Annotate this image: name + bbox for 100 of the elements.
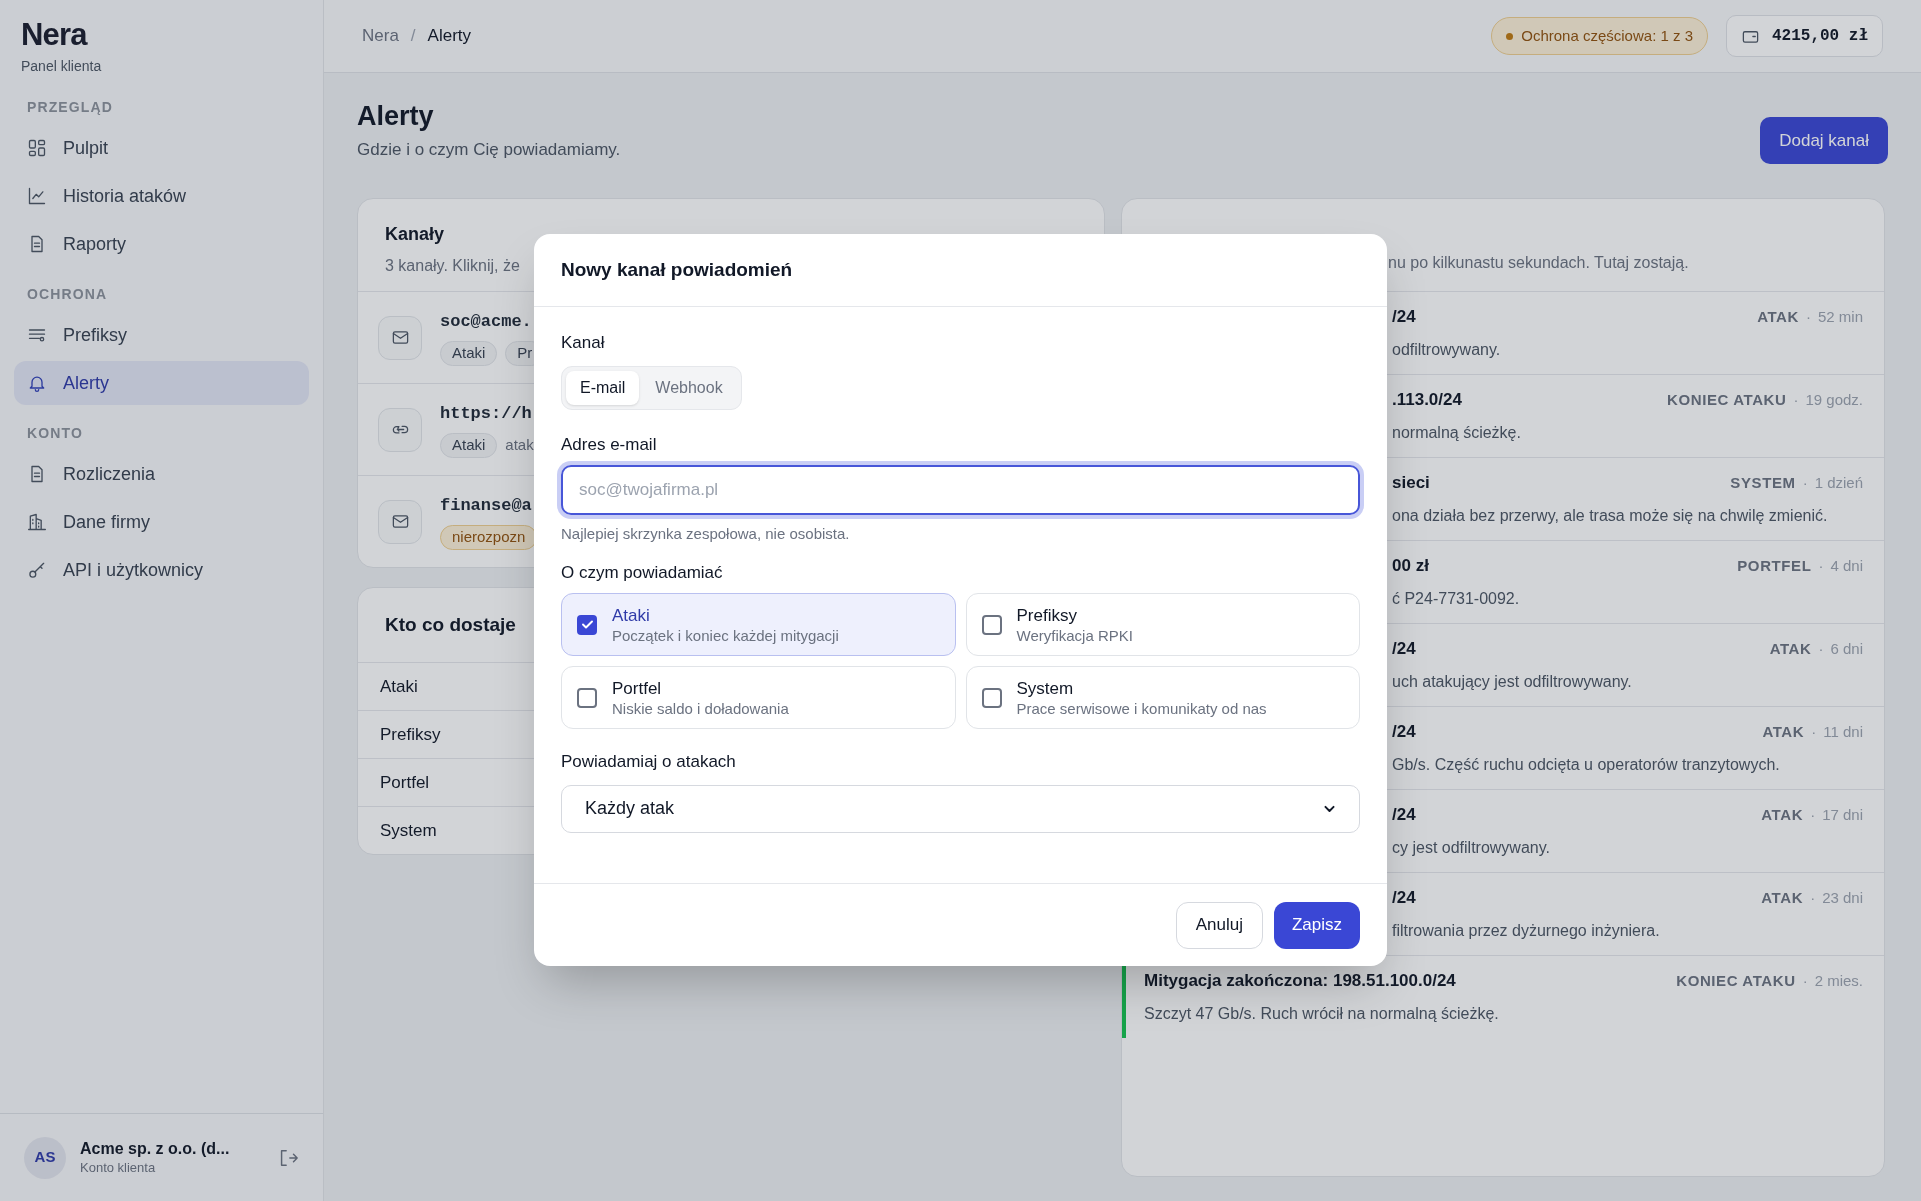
separator-dot: · <box>1805 306 1811 327</box>
message-body: cy jest odfiltrowywany. <box>1392 837 1550 858</box>
section-heading: PRZEGLĄD <box>26 98 114 117</box>
message-title: 00 zł <box>1392 555 1429 578</box>
section-heading: OCHRONA <box>26 285 109 304</box>
modal-title: Nowy kanał powiadomień <box>561 257 793 282</box>
message-type: ATAK <box>1762 721 1805 742</box>
option-description: Weryfikacja RPKI <box>1016 625 1133 645</box>
panel-title: Kto co dostaje <box>385 612 516 637</box>
topic-option[interactable]: Prefiksy Weryfikacja RPKI <box>965 593 1360 656</box>
checkbox[interactable] <box>981 614 1002 635</box>
grid-icon <box>27 138 47 158</box>
message-body: Gb/s. Część ruchu odcięta u operatorów tranzytowych. <box>1392 754 1780 775</box>
separator-dot: · <box>1810 887 1816 908</box>
option-title: Prefiksy <box>1016 604 1077 626</box>
message-body: Szczyt 47 Gb/s. Ruch wrócił na normalną ścieżkę. <box>1144 1003 1499 1024</box>
table-cell-text: Prefiksy <box>380 723 441 746</box>
panel-title: Kanały <box>385 223 445 246</box>
account-role: Konto klienta <box>80 1158 156 1177</box>
message-title: Mitygacja zakończona: 198.51.100.0/24 <box>1144 970 1456 993</box>
message-title: /24 <box>1392 306 1416 329</box>
breadcrumb-current: Alerty <box>427 25 472 48</box>
page-subtitle: Gdzie i o czym Cię powiadamiamy. <box>357 139 621 161</box>
add-channel-button[interactable]: Dodaj kanał <box>1760 117 1888 164</box>
message-body: ć P24-7731-0092. <box>1392 588 1520 609</box>
sidebar-item[interactable]: Rozliczenia <box>14 452 309 496</box>
channel-note: atak <box>505 435 534 455</box>
message-type: SYSTEM <box>1730 472 1796 493</box>
table-cell-text: Portfel <box>380 771 430 794</box>
message-body: ona działa bez przerwy, ale trasa może się na chwilę zmienić. <box>1392 505 1828 526</box>
cancel-button[interactable]: Anuluj <box>1175 901 1263 949</box>
field-label: Kanał <box>561 332 605 354</box>
sidebar-item[interactable]: Pulpit <box>14 126 309 170</box>
panel-description: nu po kilkunastu sekundach. Tutaj zostają. <box>1388 254 1689 271</box>
separator-dot: · <box>1811 721 1817 742</box>
sidebar-item[interactable]: Historia ataków <box>14 174 309 218</box>
separator-dot: · <box>1810 804 1816 825</box>
field-hint: Najlepiej skrzynka zespołowa, nie osobista. <box>561 524 850 544</box>
message-body: odfiltrowywany. <box>1392 339 1501 360</box>
save-button[interactable]: Zapisz <box>1273 901 1360 949</box>
breadcrumb-link[interactable]: Nera <box>362 23 399 49</box>
logo: Nera <box>20 16 89 54</box>
field-label: Powiadamiaj o atakach <box>561 751 736 773</box>
breadcrumb-separator: / <box>410 25 416 48</box>
option-title: System <box>1016 677 1074 699</box>
channel-type-tab[interactable]: E-mail <box>566 370 640 405</box>
message-age: 6 dni <box>1830 638 1863 659</box>
message-title: /24 <box>1392 638 1416 661</box>
topic-option[interactable]: Ataki Początek i koniec każdej mitygacji <box>561 593 956 656</box>
option-description: Początek i koniec każdej mitygacji <box>612 625 839 645</box>
field-label: Adres e-mail <box>561 433 657 456</box>
checkbox[interactable] <box>577 687 597 708</box>
envelope-icon <box>390 328 410 347</box>
field-label: O czym powiadamiać <box>561 561 723 584</box>
sidebar-item[interactable]: API i użytkownicy <box>14 548 309 592</box>
avatar: AS <box>24 1136 66 1179</box>
message-age: 2 mies. <box>1814 970 1863 991</box>
separator-dot: · <box>1802 472 1808 493</box>
key-icon <box>27 560 47 580</box>
envelope-icon <box>390 512 410 531</box>
sidebar-item[interactable]: Dane firmy <box>14 500 309 544</box>
message-age: 4 dni <box>1830 555 1863 576</box>
topic-tag: Ataki <box>440 432 498 458</box>
channel-address: https://h <box>440 403 532 426</box>
page-title: Alerty <box>357 100 434 133</box>
message-body: normalną ścieżkę. <box>1392 422 1521 443</box>
message-age: 23 dni <box>1822 887 1863 908</box>
message-age: 11 dni <box>1823 721 1863 742</box>
building-icon <box>27 512 47 532</box>
select-value: Każdy atak <box>585 797 675 820</box>
sidebar-subtitle: Panel klienta <box>20 57 103 76</box>
table-cell-text: Ataki <box>380 675 418 698</box>
separator-dot: · <box>1818 555 1824 576</box>
sidebar-item[interactable]: Alerty <box>14 361 309 405</box>
panel-description: 3 kanały. Kliknij, że <box>385 256 520 276</box>
topic-option[interactable]: System Prace serwisowe i komunikaty od nas <box>965 666 1360 729</box>
checkbox[interactable] <box>981 687 1002 708</box>
message-type: PORTFEL <box>1737 555 1812 576</box>
message-title: /24 <box>1392 721 1416 744</box>
message-age: 52 min <box>1817 306 1863 327</box>
account-name: Acme sp. z o.o. (d... <box>80 1138 230 1159</box>
message-age: 19 godz. <box>1805 389 1863 410</box>
option-title: Ataki <box>612 604 650 626</box>
message-title: sieci <box>1392 472 1430 495</box>
sidebar-item[interactable]: Prefiksy <box>14 313 309 357</box>
option-description: Niskie saldo i doładowania <box>612 698 789 718</box>
message-age: 17 dni <box>1822 804 1863 825</box>
option-description: Prace serwisowe i komunikaty od nas <box>1016 698 1267 718</box>
message-type: ATAK <box>1761 887 1804 908</box>
topic-tag: Ataki <box>440 340 498 366</box>
checkbox[interactable] <box>577 614 597 635</box>
section-heading: KONTO <box>26 424 84 443</box>
message-title: .113.0/24 <box>1392 389 1462 412</box>
message-body: uch atakujący jest odfiltrowywany. <box>1392 671 1632 692</box>
channel-type-tab[interactable]: Webhook <box>641 370 737 405</box>
message-type: KONIEC ATAKU <box>1667 389 1787 410</box>
sidebar-item[interactable]: Raporty <box>14 222 309 266</box>
chart-icon <box>27 186 47 206</box>
attack-select[interactable]: Każdy atak <box>561 784 1360 833</box>
topic-option[interactable]: Portfel Niskie saldo i doładowania <box>561 666 956 729</box>
